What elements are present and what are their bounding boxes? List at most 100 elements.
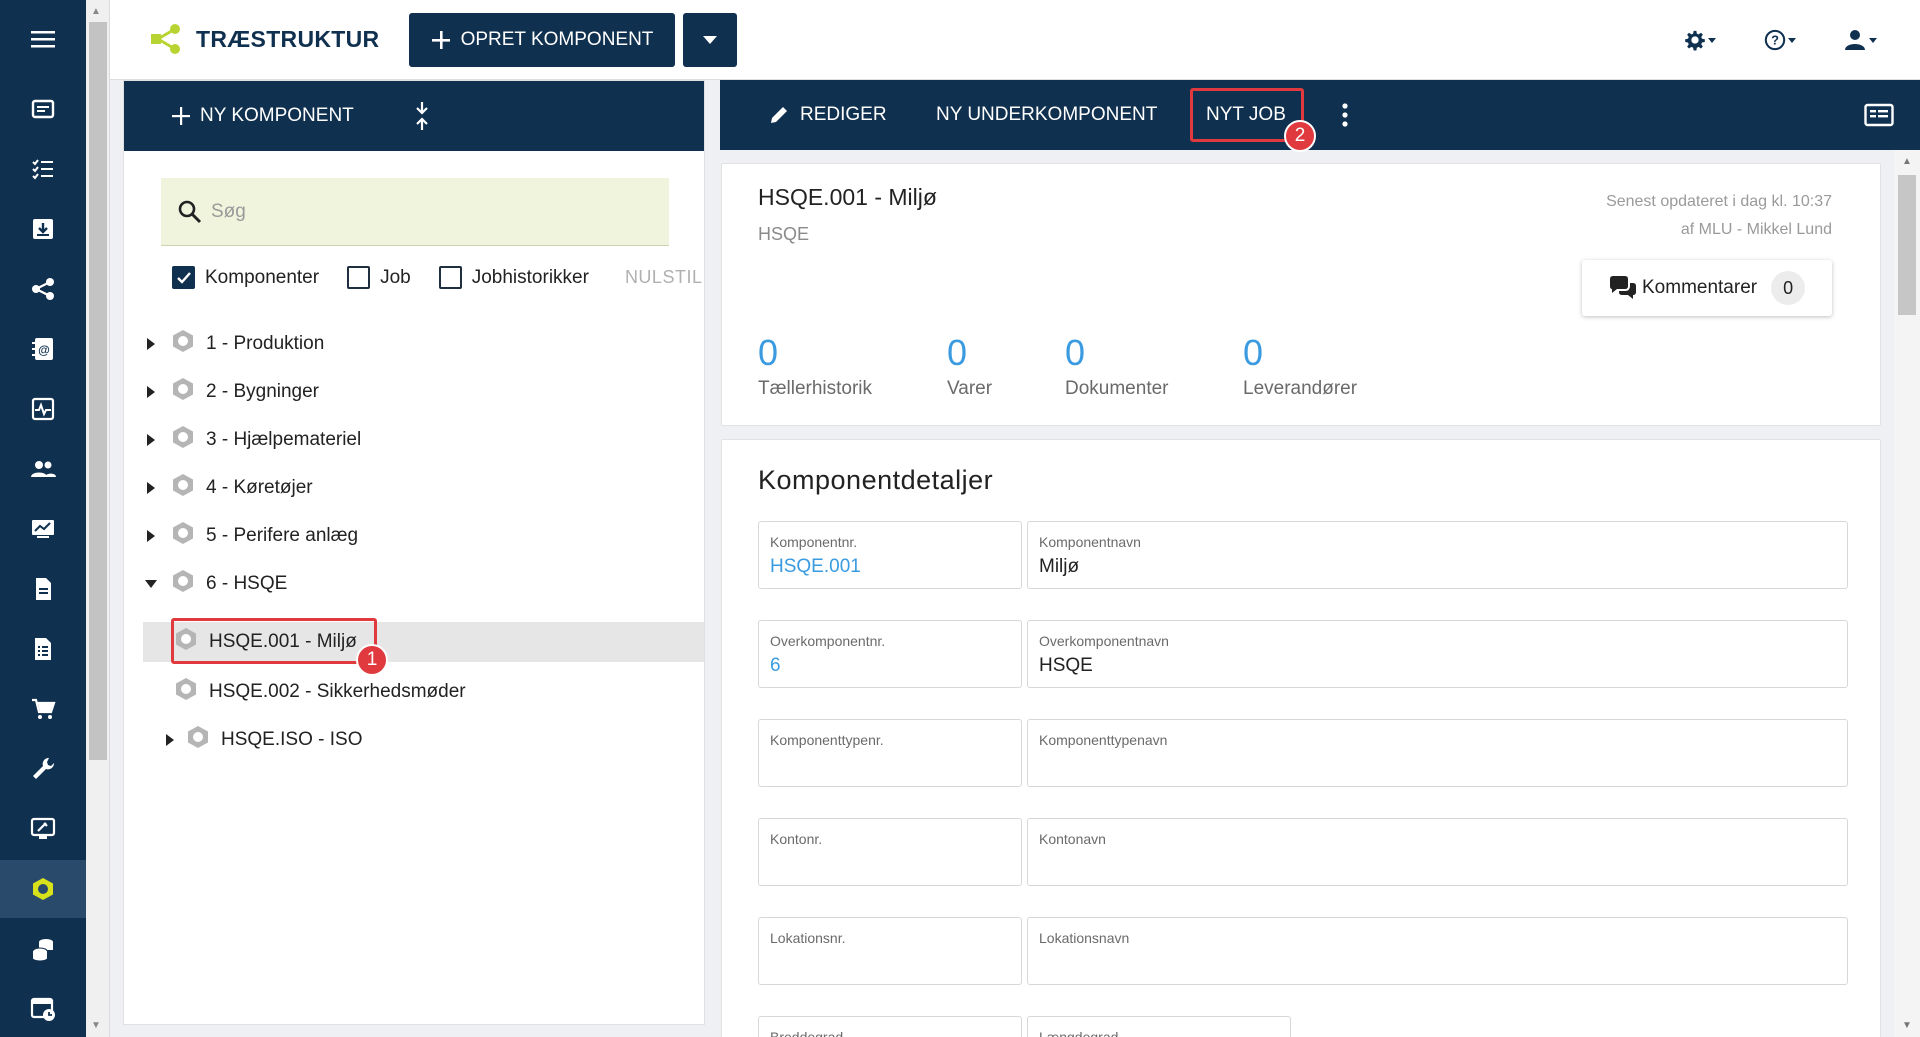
latitude-field[interactable]: Breddegrad xyxy=(758,1016,1022,1037)
document-icon[interactable] xyxy=(0,560,86,618)
help-icon: ? xyxy=(1764,29,1786,51)
card-icon[interactable] xyxy=(0,80,86,138)
expand-arrow-icon[interactable] xyxy=(142,481,160,495)
tree-node-label: 3 - Hjælpemateriel xyxy=(206,429,362,450)
create-component-button[interactable]: OPRET KOMPONENT xyxy=(409,13,675,67)
tree-node[interactable]: HSQE.002 - Sikkerhedsmøder xyxy=(161,669,466,715)
more-actions-button[interactable] xyxy=(1342,80,1348,150)
collapse-arrow-icon[interactable] xyxy=(142,579,160,589)
tree-node[interactable]: 5 - Perifere anlæg xyxy=(142,513,358,559)
new-subcomponent-button[interactable]: NY UNDERKOMPONENT xyxy=(936,80,1157,150)
new-component-button[interactable]: NY KOMPONENT xyxy=(172,105,354,127)
tools-screen-icon[interactable] xyxy=(0,800,86,858)
component-icon[interactable] xyxy=(0,860,86,918)
help-menu[interactable]: ? xyxy=(1760,22,1800,58)
field-label: Komponenttypenr. xyxy=(770,732,884,748)
comments-button[interactable]: Kommentarer 0 xyxy=(1582,260,1832,316)
account-name-field[interactable]: Kontonavn xyxy=(1027,818,1848,886)
expand-arrow-icon[interactable] xyxy=(161,733,179,747)
collapse-all-button[interactable] xyxy=(414,100,430,132)
cart-icon[interactable] xyxy=(0,680,86,738)
contact-book-icon[interactable]: @ xyxy=(0,320,86,378)
tree-node-label: 1 - Produktion xyxy=(206,333,325,354)
more-vertical-icon xyxy=(1342,103,1348,127)
component-hex-icon xyxy=(185,724,211,756)
create-dropdown-button[interactable] xyxy=(683,13,737,67)
pulse-icon[interactable] xyxy=(0,380,86,438)
menu-icon[interactable] xyxy=(0,10,86,68)
checklist-icon[interactable] xyxy=(0,140,86,198)
wrench-icon[interactable] xyxy=(0,740,86,798)
list-document-icon[interactable] xyxy=(0,620,86,678)
field-label: Længdegrad xyxy=(1039,1029,1119,1037)
scroll-down-arrow-icon[interactable]: ▼ xyxy=(1902,1020,1912,1031)
expand-arrow-icon[interactable] xyxy=(142,385,160,399)
chevron-down-icon xyxy=(1869,37,1877,43)
content-scrollbar[interactable]: ▲ ▼ xyxy=(1894,150,1920,1037)
expand-arrow-icon[interactable] xyxy=(142,433,160,447)
users-icon[interactable] xyxy=(0,440,86,498)
field-label: Kontonr. xyxy=(770,831,823,847)
last-updated: Senest opdateret i dag kl. 10:37 af MLU … xyxy=(1606,188,1832,244)
location-number-field[interactable]: Lokationsnr. xyxy=(758,917,1022,985)
filter-job-checkbox[interactable]: Job xyxy=(347,266,411,289)
last-updated-by: af MLU - Mikkel Lund xyxy=(1680,221,1832,238)
field-value[interactable]: 6 xyxy=(770,655,1021,677)
parent-name-field[interactable]: Overkomponentnavn HSQE xyxy=(1027,620,1848,688)
left-scrollbar[interactable]: ▲ ▼ xyxy=(86,0,110,1037)
edit-button[interactable]: REDIGER xyxy=(768,80,887,150)
longitude-field[interactable]: Længdegrad xyxy=(1027,1016,1291,1037)
component-name-field[interactable]: Komponentnavn Miljø xyxy=(1027,521,1848,589)
tree-node-label: 6 - HSQE xyxy=(206,573,288,594)
search-box[interactable] xyxy=(161,178,669,246)
tree-node-label: 2 - Bygninger xyxy=(206,381,320,402)
chart-icon[interactable] xyxy=(0,500,86,558)
parent-number-field[interactable]: Overkomponentnr. 6 xyxy=(758,620,1022,688)
scroll-down-arrow-icon[interactable]: ▼ xyxy=(91,1020,101,1031)
collapse-all-icon xyxy=(416,102,428,130)
comments-label: Kommentarer xyxy=(1642,277,1758,298)
calendar-clock-icon[interactable] xyxy=(0,980,86,1037)
user-menu[interactable] xyxy=(1840,22,1880,58)
settings-menu[interactable] xyxy=(1680,22,1720,58)
scroll-up-arrow-icon[interactable]: ▲ xyxy=(1902,156,1912,167)
filter-jobhistory-checkbox[interactable]: Jobhistorikker xyxy=(438,266,589,289)
field-value[interactable]: HSQE.001 xyxy=(770,556,1021,578)
stat-counter-history[interactable]: 0 Tællerhistorik xyxy=(758,332,872,400)
details-view-toggle[interactable] xyxy=(1864,80,1894,150)
stat-value: 0 xyxy=(1065,332,1086,373)
search-input[interactable] xyxy=(211,200,651,223)
tree-node[interactable]: 1 - Produktion xyxy=(142,321,324,367)
edit-label: REDIGER xyxy=(800,104,887,125)
stat-documents[interactable]: 0 Dokumenter xyxy=(1065,332,1169,400)
scrollbar-thumb[interactable] xyxy=(1898,175,1916,315)
tree-node[interactable]: HSQE.ISO - ISO xyxy=(161,717,362,763)
tree-node-label: HSQE.002 - Sikkerhedsmøder xyxy=(209,681,466,702)
tree-node[interactable]: 3 - Hjælpemateriel xyxy=(142,417,361,463)
component-number-field[interactable]: Komponentnr. HSQE.001 xyxy=(758,521,1022,589)
expand-arrow-icon[interactable] xyxy=(142,529,160,543)
tree-node[interactable]: 2 - Bygninger xyxy=(142,369,319,415)
download-icon[interactable] xyxy=(0,200,86,258)
scrollbar-thumb[interactable] xyxy=(89,22,107,760)
plus-icon xyxy=(431,31,450,49)
reset-filters-button[interactable]: NULSTIL xyxy=(625,267,703,288)
coins-icon[interactable] xyxy=(0,920,86,978)
tree-node[interactable]: 4 - Køretøjer xyxy=(142,465,313,511)
tree-node[interactable]: 6 - HSQE xyxy=(142,561,287,607)
chevron-down-icon xyxy=(1788,37,1796,43)
expand-arrow-icon[interactable] xyxy=(142,337,160,351)
stat-suppliers[interactable]: 0 Leverandører xyxy=(1243,332,1357,400)
type-number-field[interactable]: Komponenttypenr. xyxy=(758,719,1022,787)
type-name-field[interactable]: Komponenttypenavn xyxy=(1027,719,1848,787)
filter-components-checkbox[interactable]: Komponenter xyxy=(172,266,319,289)
scroll-up-arrow-icon[interactable]: ▲ xyxy=(91,6,101,17)
account-number-field[interactable]: Kontonr. xyxy=(758,818,1022,886)
location-name-field[interactable]: Lokationsnavn xyxy=(1027,917,1848,985)
checkbox-unchecked-icon xyxy=(347,266,371,289)
stat-value: 0 xyxy=(758,332,779,373)
stat-items[interactable]: 0 Varer xyxy=(947,332,992,400)
create-component-label: OPRET KOMPONENT xyxy=(460,29,654,50)
component-hex-icon xyxy=(170,328,196,360)
share-icon[interactable] xyxy=(0,260,86,318)
